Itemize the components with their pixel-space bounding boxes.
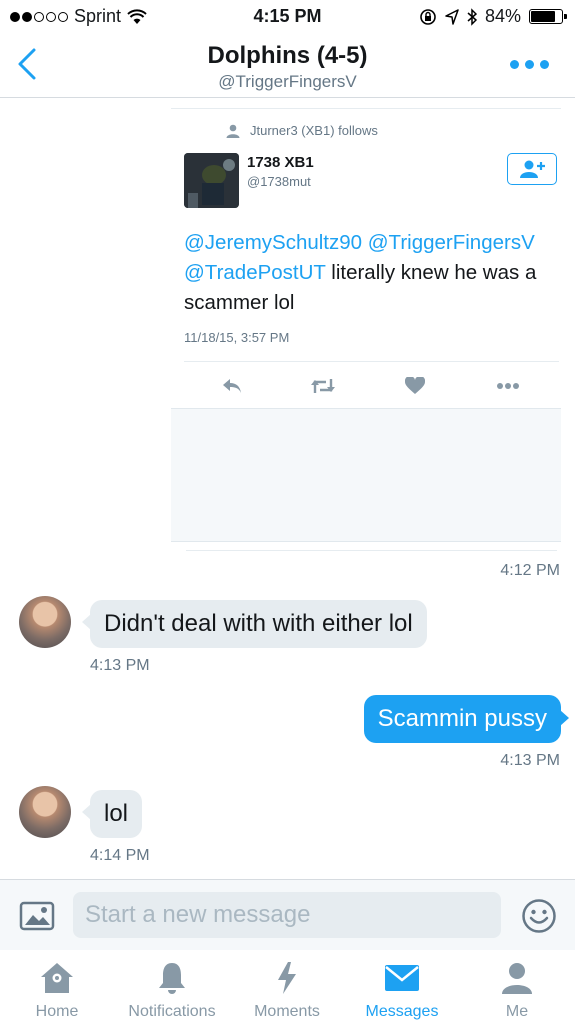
tweet-actions bbox=[184, 373, 559, 399]
more-dot bbox=[525, 60, 534, 69]
smiley-icon bbox=[522, 899, 556, 933]
message-composer bbox=[0, 879, 575, 950]
person-icon bbox=[226, 124, 240, 138]
location-arrow-icon bbox=[445, 8, 459, 25]
follow-button[interactable] bbox=[507, 153, 557, 185]
message-timestamp: 4:12 PM bbox=[500, 562, 560, 579]
tab-label: Me bbox=[505, 1003, 529, 1020]
battery-icon bbox=[529, 9, 567, 24]
tab-label: Messages bbox=[365, 1003, 439, 1020]
tab-bar: Home Notifications Moments Messages Me bbox=[0, 950, 575, 1024]
follows-text: Jturner3 (XB1) follows bbox=[250, 123, 378, 138]
tab-label: Notifications bbox=[128, 1003, 216, 1020]
image-icon bbox=[19, 901, 55, 931]
social-context: Jturner3 (XB1) follows bbox=[226, 123, 378, 138]
status-bar: Sprint 4:15 PM 84% bbox=[0, 0, 575, 34]
message-text: Scammin pussy bbox=[377, 705, 547, 732]
add-user-icon bbox=[520, 160, 545, 178]
message-bubble-outgoing[interactable]: Scammin pussy bbox=[363, 695, 570, 743]
more-options-button[interactable] bbox=[510, 60, 549, 69]
conversation-title[interactable]: Dolphins (4-5) bbox=[0, 42, 575, 70]
avatar-image bbox=[184, 153, 239, 208]
home-icon bbox=[41, 963, 73, 993]
like-button[interactable] bbox=[402, 373, 428, 399]
tweet-text: @JeremySchultz90 @TriggerFingersV @Trade… bbox=[184, 228, 554, 318]
sender-avatar[interactable] bbox=[19, 786, 71, 838]
tweet-more-button[interactable] bbox=[495, 373, 521, 399]
conversation-header: Dolphins (4-5) @TriggerFingersV bbox=[0, 34, 575, 98]
emoji-button[interactable] bbox=[521, 898, 557, 934]
mention-link[interactable]: @TradePostUT bbox=[184, 261, 326, 284]
message-bubble-incoming[interactable]: lol bbox=[81, 790, 143, 838]
message-text: lol bbox=[104, 800, 129, 827]
message-timestamp: 4:13 PM bbox=[90, 657, 150, 674]
tab-home[interactable]: Home bbox=[27, 950, 87, 1024]
retweet-button[interactable] bbox=[310, 373, 336, 399]
bluetooth-icon bbox=[467, 7, 477, 26]
message-text: Didn't deal with with either lol bbox=[104, 610, 413, 637]
tab-me[interactable]: Me bbox=[487, 950, 547, 1024]
tab-label: Moments bbox=[254, 1003, 320, 1020]
divider bbox=[171, 108, 561, 109]
tweet-author-avatar[interactable] bbox=[184, 153, 239, 208]
divider bbox=[186, 550, 557, 551]
message-timestamp: 4:13 PM bbox=[500, 752, 560, 769]
conversation-handle: @TriggerFingersV bbox=[218, 72, 357, 91]
envelope-icon bbox=[385, 965, 419, 991]
lightning-icon bbox=[278, 962, 296, 994]
tab-label: Home bbox=[35, 1003, 79, 1020]
shared-tweet-card[interactable]: Jturner3 (XB1) follows 1738 XB1 @1738mut… bbox=[171, 108, 561, 544]
mention-link[interactable]: @TriggerFingersV bbox=[368, 231, 535, 254]
battery-percent: 84% bbox=[484, 6, 521, 26]
heart-icon bbox=[405, 377, 425, 394]
add-photo-button[interactable] bbox=[19, 901, 55, 931]
message-input[interactable] bbox=[73, 892, 501, 938]
rotation-lock-icon bbox=[420, 8, 436, 25]
bell-icon bbox=[159, 963, 185, 994]
tweet-media-placeholder[interactable] bbox=[171, 408, 561, 542]
more-horizontal-icon bbox=[497, 383, 519, 389]
more-dot bbox=[510, 60, 519, 69]
reply-button[interactable] bbox=[219, 373, 245, 399]
tab-messages[interactable]: Messages bbox=[357, 950, 447, 1024]
sender-avatar[interactable] bbox=[19, 596, 71, 648]
battery-level bbox=[531, 11, 556, 22]
message-timestamp: 4:14 PM bbox=[90, 847, 150, 864]
tweet-author-name[interactable]: 1738 XB1 bbox=[247, 154, 314, 171]
person-icon bbox=[502, 963, 532, 994]
status-right-group: 84% bbox=[419, 6, 567, 27]
mention-link[interactable]: @JeremySchultz90 bbox=[184, 231, 362, 254]
more-dot bbox=[540, 60, 549, 69]
tweet-author-handle: @1738mut bbox=[247, 174, 311, 189]
retweet-icon bbox=[311, 379, 335, 393]
tab-moments[interactable]: Moments bbox=[247, 950, 327, 1024]
tweet-timestamp: 11/18/15, 3:57 PM bbox=[184, 330, 290, 345]
reply-icon bbox=[223, 379, 241, 393]
tab-notifications[interactable]: Notifications bbox=[117, 950, 227, 1024]
divider bbox=[184, 361, 559, 362]
message-bubble-incoming[interactable]: Didn't deal with with either lol bbox=[82, 600, 427, 648]
